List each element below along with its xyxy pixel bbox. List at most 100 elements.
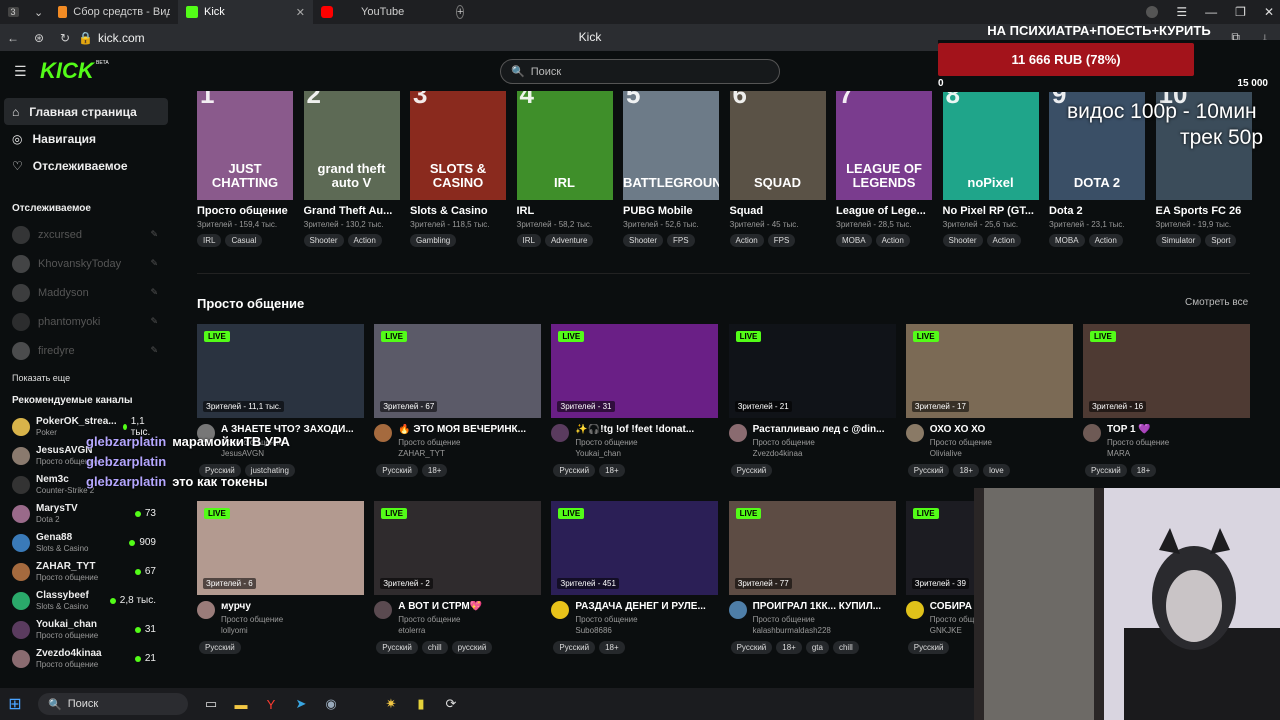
followed-channel[interactable]: Maddyson ✎ <box>0 278 172 307</box>
category-image[interactable]: 3 SLOTS & CASINO <box>410 91 506 200</box>
tag[interactable]: 18+ <box>421 464 448 477</box>
tag[interactable]: Action <box>729 234 764 247</box>
tag[interactable]: chill <box>832 641 859 654</box>
tag[interactable]: Sport <box>1205 234 1237 247</box>
sidebar-item-browse[interactable]: ◎ Навигация <box>0 125 172 152</box>
stream-channel[interactable]: Zvezdo4kinaa <box>753 449 885 458</box>
stream-title[interactable]: мурчу <box>221 601 283 612</box>
stream-category[interactable]: Просто общение <box>221 615 283 624</box>
file-explorer-icon[interactable]: ▬ <box>226 688 256 720</box>
tag[interactable]: Русский <box>376 464 418 477</box>
tag[interactable]: FPS <box>667 234 695 247</box>
recommended-channel[interactable]: Youkai_chan Просто общение 31 <box>0 615 172 644</box>
stream-title[interactable]: РАЗДАЧА ДЕНЕГ И РУЛЕ... <box>575 601 705 612</box>
tag[interactable]: 18+ <box>599 641 625 654</box>
tag[interactable]: IRL <box>197 234 222 247</box>
stream-card[interactable]: LIVE Зрителей - 6 мурчу Просто общение lolly… <box>197 501 364 654</box>
stream-channel[interactable]: Olivialive <box>930 449 992 458</box>
stream-card[interactable]: LIVE Зрителей - 16 TOP 1 💜 Просто общение MA… <box>1083 324 1250 477</box>
tag[interactable]: 18+ <box>599 464 625 477</box>
tag[interactable]: 18+ <box>1130 464 1157 477</box>
stream-title[interactable]: ПРОИГРАЛ 1КК... КУПИЛ... <box>753 601 881 612</box>
stream-category[interactable]: Просто общение <box>398 438 526 447</box>
stream-thumbnail[interactable]: LIVE Зрителей - 77 <box>728 501 896 595</box>
task-view-icon[interactable]: ▭ <box>196 688 226 720</box>
followed-channel[interactable]: phantomyoki ✎ <box>0 307 172 336</box>
windows-start-icon[interactable]: ⊞ <box>0 688 30 720</box>
stream-channel[interactable]: Youkai_chan <box>575 449 694 458</box>
sidebar-item-home[interactable]: ⌂ Главная страница <box>4 98 168 125</box>
avatar[interactable] <box>197 601 215 619</box>
tag[interactable]: Русский <box>730 464 773 477</box>
avatar[interactable] <box>374 424 393 442</box>
stream-title[interactable]: TOP 1 💜 <box>1107 424 1169 435</box>
category-card[interactable]: 8 noPixel No Pixel RP (GT... Зрителей - 25,… <box>942 91 1039 247</box>
tag[interactable]: Shooter <box>303 234 344 247</box>
avatar[interactable] <box>374 601 393 619</box>
category-card[interactable]: 4 IRL IRL Зрителей - 58,2 тыс. IRL Adventure <box>516 91 613 247</box>
tag[interactable]: MOBA <box>1049 234 1085 247</box>
stream-card[interactable]: LIVE Зрителей - 17 ОХО ХО ХО Просто общение… <box>905 324 1073 477</box>
shield-icon[interactable]: ⊛ <box>26 31 52 45</box>
stream-thumbnail[interactable]: LIVE Зрителей - 16 <box>1083 324 1250 418</box>
category-name[interactable]: IRL <box>517 205 613 217</box>
stream-card[interactable]: LIVE Зрителей - 67 🔥 ЭТО МОЯ ВЕЧЕРИНК... Пр… <box>374 324 542 477</box>
tag[interactable]: Action <box>347 234 382 247</box>
stream-card[interactable]: LIVE Зрителей - 2 А ВОТ И СТРМ💖 Просто обще… <box>374 501 542 654</box>
stream-title[interactable]: Растапливаю лед с @din... <box>753 424 885 435</box>
category-card[interactable]: 3 SLOTS & CASINO Slots & Casino Зрителей - … <box>410 91 506 247</box>
category-name[interactable]: Squad <box>730 205 826 217</box>
avatar[interactable] <box>728 601 747 619</box>
tag[interactable]: Action <box>986 234 1021 247</box>
stream-title[interactable]: А ВОТ И СТРМ💖 <box>398 601 482 612</box>
tag[interactable]: Simulator <box>1155 234 1202 247</box>
stream-thumbnail[interactable]: LIVE Зрителей - 2 <box>374 501 542 595</box>
category-name[interactable]: EA Sports FC 26 <box>1156 205 1252 217</box>
stream-card[interactable]: LIVE Зрителей - 451 РАЗДАЧА ДЕНЕГ И РУЛЕ..… <box>551 501 719 654</box>
category-card[interactable]: 1 JUST CHATTING Просто общение Зрителей - 1… <box>197 91 293 247</box>
profile-icon[interactable] <box>1146 6 1159 18</box>
tab-donations[interactable]: Сбор средств - Виджеты <box>50 0 178 24</box>
category-card[interactable]: 5 BATTLEGROUNDS PUBG Mobile Зрителей - 52,6… <box>623 91 719 247</box>
avatar[interactable] <box>728 424 747 442</box>
tag[interactable]: Shooter <box>623 234 664 247</box>
url-field[interactable]: kick.com <box>98 31 145 45</box>
recommended-channel[interactable]: MarysTV Dota 2 73 <box>0 499 172 528</box>
avatar[interactable] <box>1083 424 1101 442</box>
tab-kick[interactable]: Kick ✕ <box>178 0 313 24</box>
tag[interactable]: Gambling <box>410 234 457 247</box>
stream-channel[interactable]: kalashburmaldash228 <box>753 626 881 635</box>
stream-category[interactable]: Просто общение <box>753 438 885 447</box>
stream-channel[interactable]: etolerra <box>398 626 482 635</box>
tag[interactable]: Action <box>1088 234 1123 247</box>
tag[interactable]: Русский <box>907 464 950 477</box>
category-image[interactable]: 8 noPixel <box>942 91 1039 200</box>
category-name[interactable]: League of Lege... <box>836 205 932 217</box>
stream-category[interactable]: Просто общение <box>575 615 705 624</box>
recommended-channel[interactable]: Zvezdo4kinaa Просто общение 21 <box>0 644 172 673</box>
obs-icon[interactable]: ✷ <box>376 688 406 720</box>
tag[interactable]: Shooter <box>942 234 983 247</box>
see-all-link[interactable]: Смотреть все <box>1185 297 1248 308</box>
hamburger-menu-icon[interactable]: ☰ <box>14 63 27 80</box>
stream-thumbnail[interactable]: LIVE Зрителей - 17 <box>905 324 1073 418</box>
category-name[interactable]: Просто общение <box>197 205 293 217</box>
tag[interactable]: Русский <box>376 641 418 654</box>
followed-channel[interactable]: KhovanskyToday ✎ <box>0 249 172 278</box>
category-image[interactable]: 4 IRL <box>516 91 613 200</box>
reload-icon[interactable]: ↻ <box>52 31 78 45</box>
tab-dropdown-icon[interactable]: ⌄ <box>26 0 50 24</box>
category-card[interactable]: 7 LEAGUE OF LEGENDS League of Lege... Зрите… <box>836 91 932 247</box>
stream-thumbnail[interactable]: LIVE Зрителей - 451 <box>551 501 719 595</box>
stream-card[interactable]: LIVE Зрителей - 31 ✨🎧!tg !of !feet !donat.… <box>551 324 719 477</box>
tag[interactable]: 18+ <box>953 464 980 477</box>
stream-channel[interactable]: MARA <box>1107 449 1169 458</box>
category-image[interactable]: 5 BATTLEGROUNDS <box>623 91 719 200</box>
followed-channel[interactable]: zxcursed ✎ <box>0 220 172 249</box>
recommended-channel[interactable]: Gena88 Slots & Casino 909 <box>0 528 172 557</box>
show-more-link[interactable]: Показать еще <box>0 365 172 391</box>
category-image[interactable]: 2 grand theft auto V <box>303 91 400 200</box>
kick-logo[interactable]: KICK <box>40 58 94 84</box>
stream-category[interactable]: Просто общение <box>398 615 482 624</box>
close-window-icon[interactable]: ✕ <box>1264 5 1274 19</box>
